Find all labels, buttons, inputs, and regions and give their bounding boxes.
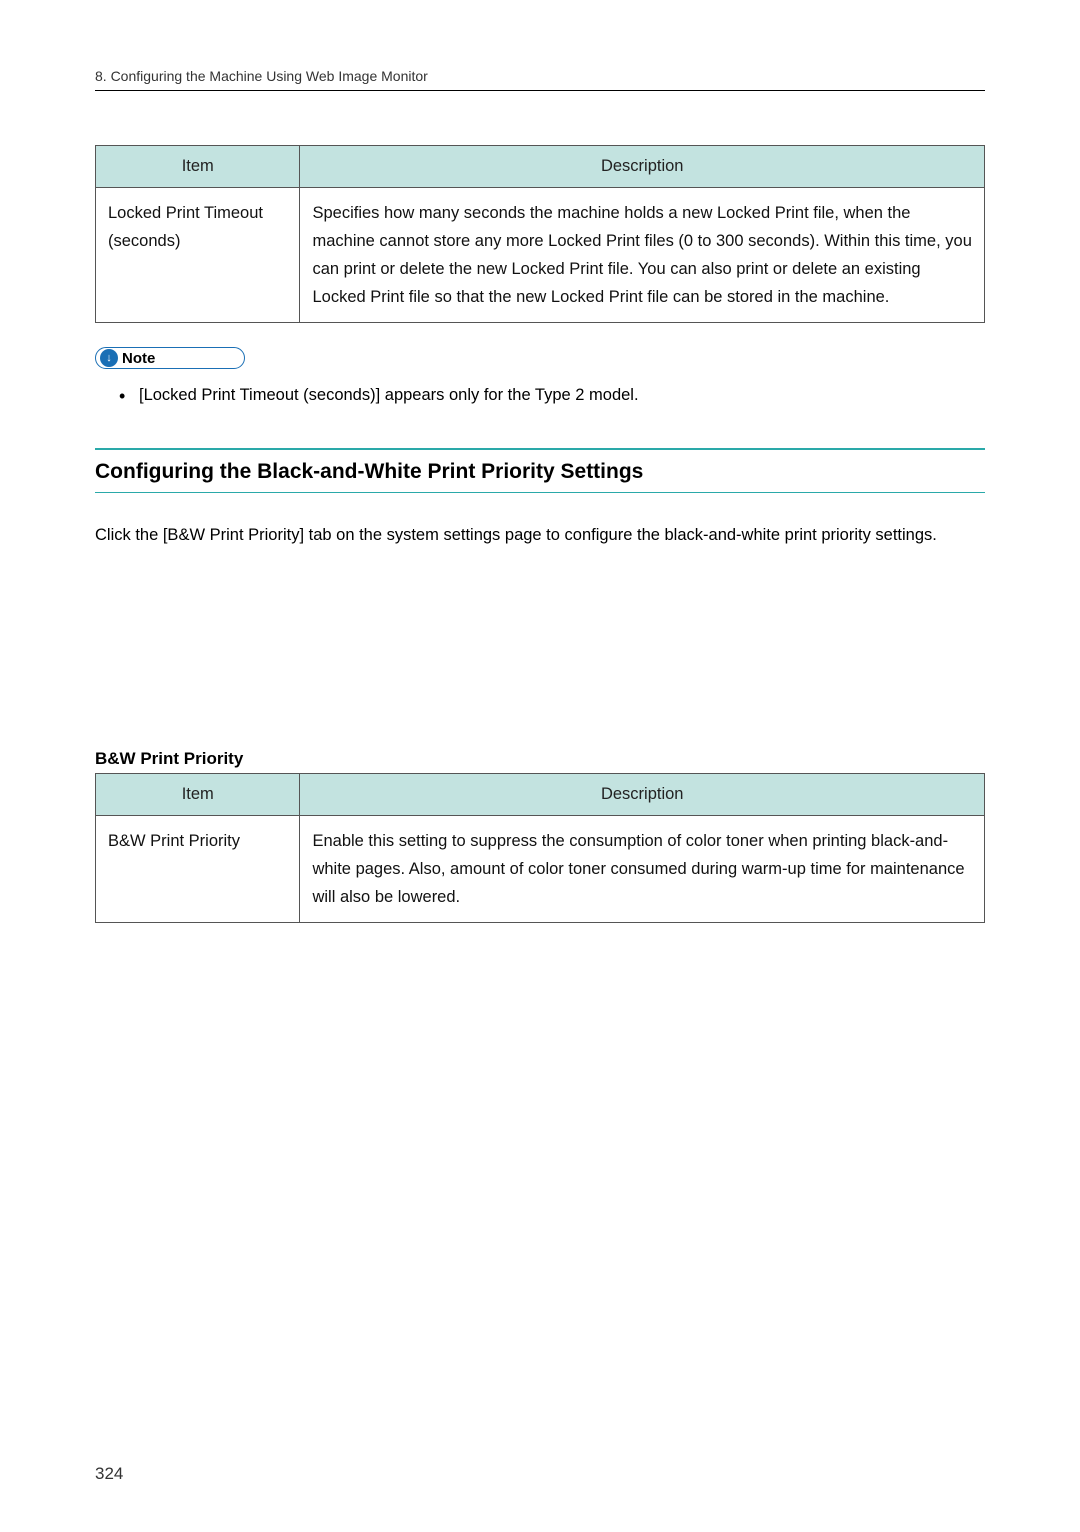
note-label: Note: [122, 350, 155, 367]
chapter-header: 8. Configuring the Machine Using Web Ima…: [95, 68, 985, 84]
table-row: Locked Print Timeout (seconds) Specifies…: [96, 188, 985, 323]
table-locked-print: Item Description Locked Print Timeout (s…: [95, 145, 985, 323]
header-rule: [95, 90, 985, 91]
cell-item: B&W Print Priority: [96, 815, 300, 922]
body-paragraph: Click the [B&W Print Priority] tab on th…: [95, 521, 985, 549]
section-heading-wrap: Configuring the Black-and-White Print Pr…: [95, 448, 985, 493]
table-header-description: Description: [300, 773, 985, 815]
note-badge: ↓ Note: [95, 347, 245, 369]
section-heading: Configuring the Black-and-White Print Pr…: [95, 460, 985, 484]
table-bw-priority: Item Description B&W Print Priority Enab…: [95, 773, 985, 923]
cell-item: Locked Print Timeout (seconds): [96, 188, 300, 323]
page-number: 324: [95, 1464, 123, 1484]
table-header-item: Item: [96, 146, 300, 188]
table-header-description: Description: [300, 146, 985, 188]
table-row: B&W Print Priority Enable this setting t…: [96, 815, 985, 922]
table-header-item: Item: [96, 773, 300, 815]
cell-description: Specifies how many seconds the machine h…: [300, 188, 985, 323]
sub-heading: B&W Print Priority: [95, 749, 985, 769]
cell-description: Enable this setting to suppress the cons…: [300, 815, 985, 922]
note-bullet: [Locked Print Timeout (seconds)] appears…: [125, 383, 985, 408]
note-list: [Locked Print Timeout (seconds)] appears…: [95, 383, 985, 408]
down-arrow-icon: ↓: [100, 349, 118, 367]
section-rule-top: [95, 448, 985, 450]
section-rule-bottom: [95, 492, 985, 493]
